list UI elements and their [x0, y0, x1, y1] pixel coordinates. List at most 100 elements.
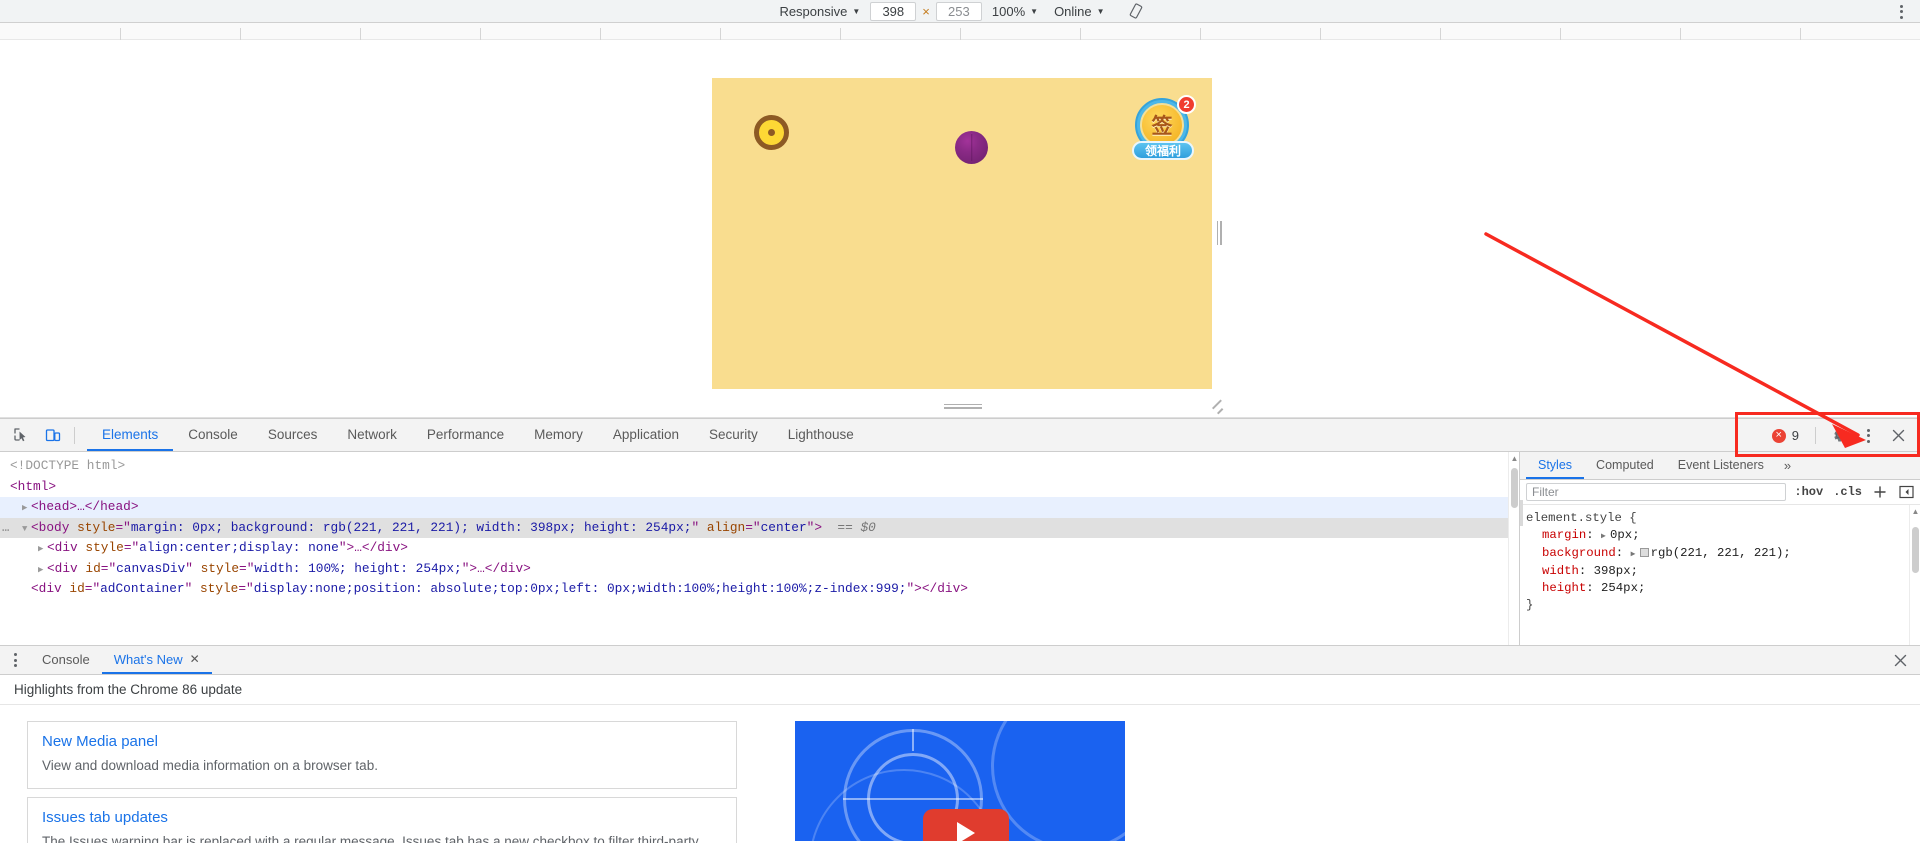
screen-root: Responsive ▼ 398 × 253 100% ▼ Online ▼ 签…: [0, 0, 1920, 843]
style-prop-value[interactable]: 254px: [1601, 581, 1638, 595]
card-description: View and download media information on a…: [42, 758, 378, 773]
close-icon[interactable]: ✕: [190, 652, 200, 666]
expand-triangle-icon[interactable]: ▶: [38, 539, 47, 560]
device-toolbar-icon[interactable]: [40, 422, 66, 448]
tab-sources[interactable]: Sources: [253, 419, 333, 451]
signin-badge-count: 2: [1177, 95, 1196, 114]
dom-div2-tag: <div: [47, 560, 78, 576]
dom-body-tail: >: [814, 519, 823, 535]
hov-toggle-button[interactable]: :hov: [1792, 485, 1825, 499]
styles-filter-input[interactable]: Filter: [1526, 483, 1787, 501]
whats-new-subtitle: Highlights from the Chrome 86 update: [0, 675, 1920, 705]
style-prop-value[interactable]: 398px: [1594, 564, 1631, 578]
whats-new-card[interactable]: Issues tab updates The Issues warning ba…: [27, 797, 737, 843]
tab-sources-label: Sources: [267, 426, 318, 442]
whats-new-card[interactable]: New Media panel View and download media …: [27, 721, 737, 789]
inspect-cursor-icon[interactable]: [8, 422, 34, 448]
close-drawer-button[interactable]: [1886, 646, 1914, 675]
viewport-resize-handle-right[interactable]: [1214, 218, 1224, 248]
scrollbar-thumb[interactable]: [1912, 527, 1919, 573]
whats-new-video-column: [795, 721, 1125, 843]
dom-div1-tag: <div: [47, 540, 78, 555]
card-title[interactable]: Issues tab updates: [42, 809, 722, 826]
dom-div1-attr1-value: align:center;display: none: [139, 540, 339, 555]
style-prop-value[interactable]: rgb(221, 221, 221): [1651, 546, 1784, 560]
toggle-sidebar-icon[interactable]: [1896, 482, 1916, 502]
zoom-dropdown[interactable]: 100% ▼: [984, 1, 1046, 22]
dom-doctype-text: <!DOCTYPE html>: [10, 458, 126, 473]
scrollbar-thumb[interactable]: [1511, 468, 1518, 508]
toolbar-divider: [74, 426, 75, 444]
dom-line-doctype[interactable]: <!DOCTYPE html>: [0, 456, 1519, 477]
expand-triangle-icon[interactable]: ▶: [22, 498, 31, 519]
tab-elements[interactable]: Elements: [87, 419, 174, 451]
scroll-up-icon[interactable]: ▲: [1509, 452, 1519, 465]
purple-ball-icon[interactable]: [955, 131, 988, 164]
drawer-tab-whats-new[interactable]: What's New ✕: [101, 646, 212, 674]
style-rule-close: }: [1526, 598, 1534, 612]
device-emulation-toolbar: Responsive ▼ 398 × 253 100% ▼ Online ▼: [0, 0, 1920, 23]
card-title[interactable]: New Media panel: [42, 733, 722, 750]
chrome-devtools-video-thumbnail[interactable]: [795, 721, 1125, 841]
dom-div2-attr2-name: style: [200, 560, 240, 576]
dom-div2-attr1-value: canvasDiv: [116, 560, 186, 576]
drawer-tab-console[interactable]: Console: [30, 646, 102, 674]
dom-line-html[interactable]: <html>: [0, 477, 1519, 498]
tab-application[interactable]: Application: [598, 419, 694, 451]
tab-styles[interactable]: Styles: [1526, 452, 1585, 479]
dom-body-attr2-name: align: [706, 519, 746, 535]
tab-network-label: Network: [347, 426, 397, 442]
tab-security[interactable]: Security: [694, 419, 773, 451]
page-canvas[interactable]: 签 2 领福利: [712, 78, 1212, 389]
tab-computed[interactable]: Computed: [1584, 452, 1666, 479]
drawer-tab-console-label: Console: [42, 651, 90, 667]
dom-div3-attr2-name: style: [199, 581, 239, 596]
tab-application-label: Application: [612, 426, 679, 442]
tab-memory[interactable]: Memory: [519, 419, 598, 451]
dom-head-text: <head>…</head>: [31, 499, 139, 514]
viewport-height-input[interactable]: 253: [935, 1, 982, 21]
throttling-dropdown[interactable]: Online ▼: [1046, 1, 1113, 22]
tab-performance[interactable]: Performance: [412, 419, 519, 451]
devtools-tab-list: Elements Console Sources Network Perform…: [87, 419, 869, 451]
color-swatch-icon[interactable]: [1639, 548, 1649, 557]
style-prop-value[interactable]: 0px: [1610, 528, 1632, 542]
viewport-resize-handle-bottom[interactable]: [944, 402, 982, 410]
dom-line-adcontainer[interactable]: <div id="adContainer" style="display:non…: [0, 579, 1519, 600]
dom-line-head[interactable]: ▶ <head>…</head>: [0, 497, 1519, 518]
cls-toggle-button[interactable]: .cls: [1831, 485, 1864, 499]
device-preset-dropdown[interactable]: Responsive ▼: [771, 1, 868, 22]
dom-body-attr1-name: style: [77, 519, 116, 535]
yellow-ring-icon[interactable]: [754, 115, 789, 150]
tab-lighthouse[interactable]: Lighthouse: [773, 419, 869, 451]
plus-icon[interactable]: [1870, 482, 1890, 502]
tab-network[interactable]: Network: [332, 419, 412, 451]
scroll-up-icon[interactable]: ▲: [1910, 505, 1920, 518]
dom-line-div-hidden[interactable]: ▶ <div style="align:center;display: none"…: [0, 538, 1519, 559]
dom-line-canvasdiv[interactable]: ▶ <div id="canvasDiv" style="width: 100%;…: [0, 559, 1519, 580]
viewport-resize-handle-corner[interactable]: [1212, 398, 1224, 414]
expand-triangle-icon[interactable]: ▶: [1631, 546, 1640, 563]
dom-body-attr2-value: center: [760, 519, 807, 535]
viewport-width-input[interactable]: 398: [870, 1, 917, 21]
chevron-down-icon: ▼: [852, 7, 861, 16]
expand-triangle-icon[interactable]: ▶: [38, 560, 47, 581]
dom-line-body[interactable]: ⋯ ▼ <body style="margin: 0px; background:…: [0, 517, 1519, 540]
style-rule-selector[interactable]: element.style {: [1526, 510, 1920, 527]
drawer-more-button[interactable]: [0, 646, 30, 674]
devtools-drawer: Console What's New ✕ Highlights from the…: [0, 645, 1920, 843]
signin-reward-widget[interactable]: 签 2 领福利: [1132, 95, 1196, 160]
style-declaration-height[interactable]: height: 254px;: [1526, 580, 1920, 597]
style-declaration-background[interactable]: background: ▶ rgb(221, 221, 221);: [1526, 545, 1920, 563]
tab-console[interactable]: Console: [173, 419, 253, 451]
device-toolbar-more-button[interactable]: [1890, 0, 1912, 23]
rotate-icon[interactable]: [1123, 1, 1149, 22]
style-declaration-width[interactable]: width: 398px;: [1526, 563, 1920, 580]
dom-div3-attr1-value: adContainer: [100, 581, 185, 596]
expand-triangle-icon[interactable]: ▶: [1601, 528, 1610, 545]
collapse-triangle-icon[interactable]: ▼: [22, 519, 31, 540]
style-declaration-margin[interactable]: margin: ▶ 0px;: [1526, 527, 1920, 545]
whats-new-card-list: New Media panel View and download media …: [27, 721, 737, 843]
device-frame: 签 2 领福利: [712, 78, 1224, 414]
dom-div3-tail: ></div>: [914, 581, 968, 596]
